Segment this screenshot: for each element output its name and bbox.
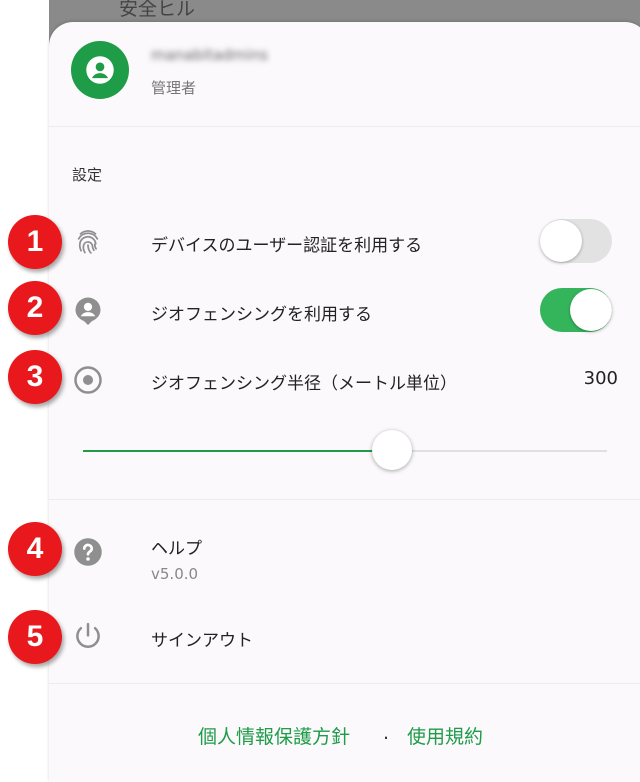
signout-button[interactable]: サインアウト bbox=[151, 626, 253, 651]
geofencing-radius-label: ジオフェンシング半径（メートル単位） bbox=[151, 374, 457, 394]
location-person-icon bbox=[75, 297, 101, 325]
geofencing-label: ジオフェンシングを利用する bbox=[151, 305, 372, 325]
annotation-badge-2: 2 bbox=[8, 281, 62, 335]
divider bbox=[49, 499, 640, 500]
user-role: 管理者 bbox=[151, 79, 197, 97]
toggle-knob bbox=[540, 220, 582, 262]
background-title: 安全ヒル bbox=[119, 0, 196, 20]
person-circle-icon bbox=[86, 56, 114, 84]
fingerprint-icon bbox=[77, 230, 99, 254]
geofencing-toggle[interactable] bbox=[540, 288, 612, 332]
slider-thumb[interactable] bbox=[372, 430, 413, 470]
toggle-knob bbox=[570, 289, 612, 331]
divider bbox=[49, 683, 640, 684]
power-icon bbox=[76, 622, 100, 648]
help-link[interactable]: ヘルプ bbox=[151, 534, 202, 559]
annotation-badge-1: 1 bbox=[8, 215, 62, 269]
app-version: v5.0.0 bbox=[151, 565, 199, 583]
privacy-policy-link[interactable]: 個人情報保護方針 bbox=[198, 722, 350, 749]
settings-sheet bbox=[49, 22, 640, 782]
annotation-badge-3: 3 bbox=[8, 350, 62, 404]
device-auth-toggle[interactable] bbox=[540, 219, 612, 263]
device-auth-label: デバイスのユーザー認証を利用する bbox=[151, 236, 423, 256]
annotation-badge-4: 4 bbox=[8, 522, 62, 576]
radio-target-icon bbox=[74, 366, 102, 394]
settings-section-title: 設定 bbox=[72, 166, 103, 184]
help-circle-icon bbox=[74, 538, 102, 566]
terms-link[interactable]: 使用規約 bbox=[407, 722, 483, 749]
footer-separator: . bbox=[383, 722, 390, 744]
radius-slider[interactable] bbox=[83, 430, 607, 470]
user-name: manabitadmins bbox=[151, 46, 268, 64]
divider bbox=[49, 126, 640, 127]
avatar bbox=[71, 41, 129, 99]
slider-fill bbox=[83, 450, 393, 452]
geofencing-radius-value: 300 bbox=[583, 368, 618, 389]
annotation-badge-5: 5 bbox=[8, 610, 62, 664]
